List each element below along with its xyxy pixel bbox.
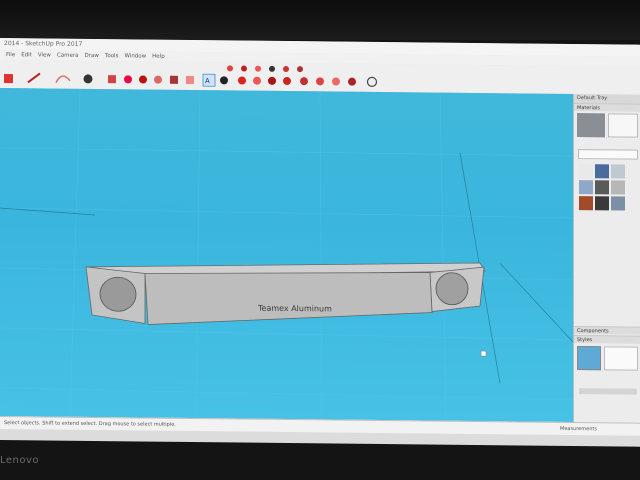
push-pull-icon[interactable] (108, 75, 116, 84)
tape-measure-icon[interactable] (186, 75, 194, 85)
menu-help[interactable]: Help (152, 52, 165, 62)
engraved-text-label: Teamex Aluminum (257, 304, 332, 314)
orbit-tool-icon[interactable] (268, 76, 276, 85)
paint-bucket-icon[interactable] (83, 74, 93, 84)
top-row-rotate-icon[interactable] (241, 65, 247, 72)
right-mounting-hole (435, 272, 469, 306)
select-tool-icon[interactable] (4, 74, 13, 84)
dimension-tool-icon[interactable] (220, 76, 228, 85)
materials-panel-header[interactable]: Materials (574, 103, 640, 112)
status-message: Select objects. Shift to extend select. … (4, 420, 176, 428)
menu-draw[interactable]: Draw (85, 51, 99, 61)
style-preview-thumbnail (577, 346, 601, 371)
material-swatch[interactable] (595, 180, 609, 195)
axes-tool-icon[interactable] (238, 76, 246, 85)
top-row-eraser-icon[interactable] (269, 65, 275, 72)
viewport-canvas[interactable]: Teamex Aluminum (0, 88, 573, 422)
menu-edit[interactable]: Edit (21, 50, 32, 60)
material-swatch[interactable] (579, 164, 593, 179)
protractor-icon[interactable] (253, 76, 261, 85)
components-panel-header[interactable]: Components (574, 326, 640, 335)
menu-tools[interactable]: Tools (105, 51, 119, 61)
material-preview (577, 113, 605, 138)
material-library-select[interactable] (578, 149, 638, 160)
top-row-camera-icon[interactable] (283, 65, 289, 72)
rotate-tool-icon[interactable] (139, 75, 147, 84)
style-tabs[interactable] (579, 388, 637, 395)
sketchup-window: 2014 - SketchUp Pro 2017 File Edit View … (0, 38, 640, 447)
monitor-brand-logo: Lenovo (0, 455, 40, 466)
style-description-box (604, 346, 638, 371)
default-tray: Default Tray Materials Components Styles (573, 94, 640, 425)
material-name-field[interactable] (608, 113, 638, 138)
section-plane-icon[interactable] (332, 77, 340, 86)
text-tool-icon[interactable]: A (202, 73, 216, 87)
material-swatch[interactable] (595, 196, 609, 211)
zoom-tool-icon[interactable] (300, 77, 308, 86)
styles-panel-header[interactable]: Styles (574, 335, 640, 344)
material-swatch[interactable] (579, 180, 593, 195)
material-swatch[interactable] (611, 196, 625, 211)
material-swatch[interactable] (611, 164, 625, 179)
pencil-tool-icon[interactable] (27, 72, 41, 84)
modeling-viewport[interactable]: Teamex Aluminum (0, 88, 573, 423)
warehouse-icon[interactable] (348, 77, 356, 86)
top-row-move-icon[interactable] (227, 65, 233, 72)
zoom-extents-icon[interactable] (316, 77, 324, 86)
menu-window[interactable]: Window (124, 51, 146, 61)
bar-front-face (144, 272, 433, 325)
arc-tool-icon[interactable] (55, 75, 71, 83)
menu-view[interactable]: View (38, 50, 51, 60)
pan-tool-icon[interactable] (283, 77, 291, 86)
extruded-aluminum-bar[interactable] (85, 259, 486, 328)
grid-lines (0, 88, 573, 421)
monitor-bezel-top (0, 0, 640, 40)
extension-icon[interactable] (366, 76, 378, 87)
svg-text:A: A (205, 77, 210, 85)
top-row-follow-me-icon[interactable] (255, 65, 261, 72)
material-swatch[interactable] (579, 196, 593, 211)
menu-file[interactable]: File (6, 50, 15, 60)
move-tool-icon[interactable] (124, 75, 132, 84)
menu-camera[interactable]: Camera (57, 51, 79, 61)
scale-tool-icon[interactable] (170, 75, 178, 84)
material-swatch[interactable] (611, 180, 625, 195)
material-swatch[interactable] (595, 164, 609, 179)
offset-tool-icon[interactable] (154, 75, 162, 84)
left-mounting-hole (99, 276, 137, 312)
origin-marker-icon (480, 350, 487, 357)
measurements-label: Measurements (560, 425, 597, 433)
top-row-walk-icon[interactable] (297, 66, 303, 73)
